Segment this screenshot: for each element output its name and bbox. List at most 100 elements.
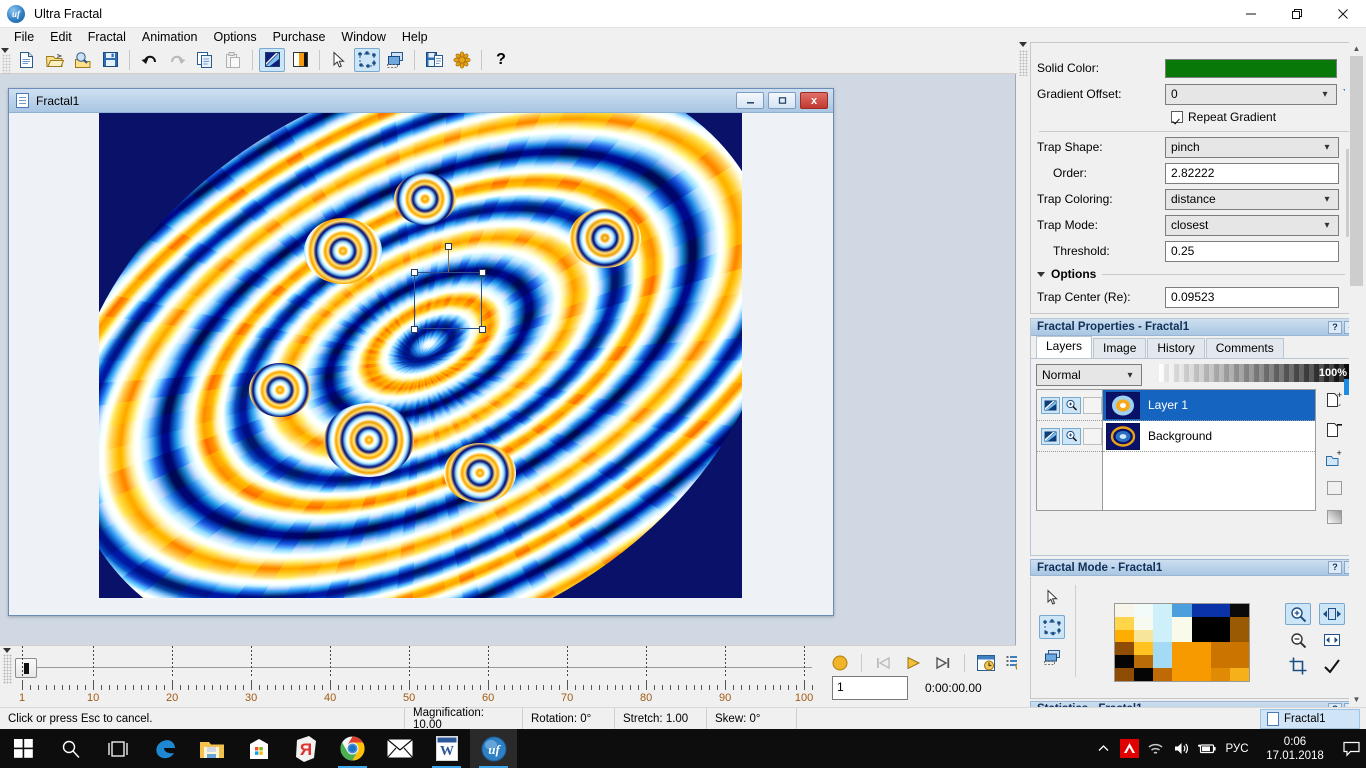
microsoft-store-icon[interactable] [235,729,282,768]
palette-cell[interactable] [1191,616,1211,630]
flip-horizontal-icon[interactable] [1319,603,1345,625]
layer-mask-toggle-icon[interactable] [1083,427,1102,445]
toolbar-grip[interactable] [2,53,11,76]
current-frame-input[interactable]: 1 [832,676,908,700]
file-explorer-icon[interactable] [188,729,235,768]
clock[interactable]: 0:06 17.01.2018 [1254,735,1336,763]
timeline-playhead[interactable] [15,658,37,678]
palette-cell[interactable] [1172,616,1192,630]
trap-mode-combo[interactable]: closest ▾ [1165,214,1339,236]
tab-image[interactable]: Image [1093,338,1147,358]
selection-handle[interactable] [411,269,418,276]
palette-cell[interactable] [1134,642,1154,656]
menu-purchase[interactable]: Purchase [265,28,334,46]
menu-options[interactable]: Options [206,28,265,46]
menu-edit[interactable]: Edit [42,28,80,46]
chevron-up-icon[interactable] [1090,742,1116,755]
pointer-tool-icon[interactable] [1039,585,1065,609]
palette-cell[interactable] [1191,629,1211,643]
palette-cell[interactable] [1115,604,1135,617]
order-input[interactable]: 2.82222 [1165,162,1339,184]
fractal-window-icon[interactable] [259,47,285,72]
palette-cell[interactable] [1115,655,1135,669]
task-view-icon[interactable] [94,729,141,768]
copy-icon[interactable] [192,48,218,72]
palette-cell[interactable] [1134,668,1154,681]
palette-cell[interactable] [1134,655,1154,669]
palette-cell[interactable] [1191,604,1211,617]
notification-icon[interactable] [1336,741,1366,757]
edge-browser-icon[interactable] [141,729,188,768]
selection-handle[interactable] [479,326,486,333]
language-indicator[interactable]: РУС [1220,743,1254,755]
open-file-icon[interactable] [41,48,67,72]
layer-visible-icon[interactable] [1041,427,1060,445]
palette-cell[interactable] [1172,604,1192,617]
menu-file[interactable]: File [6,28,42,46]
mail-icon[interactable] [376,729,423,768]
play-button[interactable] [901,652,925,674]
fractal-mode-palette[interactable] [1114,603,1250,682]
timeline-grip[interactable] [3,654,12,684]
delete-layer-button[interactable] [1323,420,1345,440]
wifi-icon[interactable] [1142,742,1168,756]
scroll-thumb[interactable] [1350,56,1363,286]
layer-mask-toggle-icon[interactable] [1083,396,1102,414]
palette-cell[interactable] [1153,629,1173,643]
save-icon[interactable] [97,48,123,72]
palette-cell[interactable] [1210,604,1230,617]
palette-cell[interactable] [1229,655,1249,669]
formula-icon[interactable] [449,48,475,72]
tab-history[interactable]: History [1147,338,1205,358]
palette-cell[interactable] [1153,668,1173,681]
blend-mode-combo[interactable]: Normal ▾ [1036,364,1142,386]
layer-mask-button[interactable] [1323,478,1345,498]
gradient-window-icon[interactable] [287,48,313,72]
dock-overflow-caret[interactable] [1019,42,1027,47]
tab-comments[interactable]: Comments [1205,338,1284,358]
palette-cell[interactable] [1191,668,1211,681]
palette-cell[interactable] [1115,616,1135,630]
palette-cell[interactable] [1210,655,1230,669]
trap-coloring-combo[interactable]: distance ▾ [1165,188,1339,210]
fractal-mode-tool-icon[interactable] [354,47,380,72]
previous-frame-button[interactable] [871,652,895,674]
layer-zoom-icon[interactable] [1062,427,1081,445]
selection-handle[interactable] [445,243,452,250]
palette-cell[interactable] [1210,642,1230,656]
help-icon[interactable]: ? [1328,561,1342,574]
trap-center-re-input[interactable]: 0.09523 [1165,286,1339,308]
timeline-ruler[interactable]: 1 10 20 30 40 50 60 70 80 90 100 [19,646,813,704]
gradient-mask-button[interactable] [1323,507,1345,527]
palette-cell[interactable] [1229,668,1249,681]
palette-cell[interactable] [1115,668,1135,681]
select-tool-icon[interactable] [326,48,352,72]
yandex-browser-icon[interactable]: Я [282,729,329,768]
scroll-down-arrow-icon[interactable]: ▼ [1349,691,1364,707]
solid-color-swatch[interactable] [1165,58,1337,78]
speaker-icon[interactable] [1168,741,1194,756]
opacity-slider[interactable]: 100% [1159,364,1349,382]
selection-handle[interactable] [479,269,486,276]
scroll-up-arrow-icon[interactable]: ▲ [1349,40,1364,56]
record-keyframe-button[interactable] [828,652,852,674]
palette-cell[interactable] [1115,642,1135,656]
timeline-overflow-caret[interactable] [3,648,11,653]
palette-cell[interactable] [1172,642,1192,656]
restore-icon[interactable] [768,92,796,109]
selection-handle[interactable] [411,326,418,333]
palette-cell[interactable] [1134,616,1154,630]
minimize-icon[interactable] [1228,0,1274,28]
search-icon[interactable] [47,729,94,768]
help-icon[interactable]: ? [1328,320,1342,334]
browse-icon[interactable] [69,48,95,72]
menu-help[interactable]: Help [394,28,436,46]
palette-cell[interactable] [1115,629,1135,643]
status-active-document-tab[interactable]: Fractal1 [1260,708,1360,729]
palette-cell[interactable] [1229,642,1249,656]
palette-cell[interactable] [1229,629,1249,643]
trap-shape-combo[interactable]: pinch ▾ [1165,136,1339,158]
add-layer-button[interactable]: + [1323,391,1345,411]
repeat-gradient-checkbox[interactable]: Repeat Gradient [1037,110,1276,124]
menu-window[interactable]: Window [333,28,393,46]
